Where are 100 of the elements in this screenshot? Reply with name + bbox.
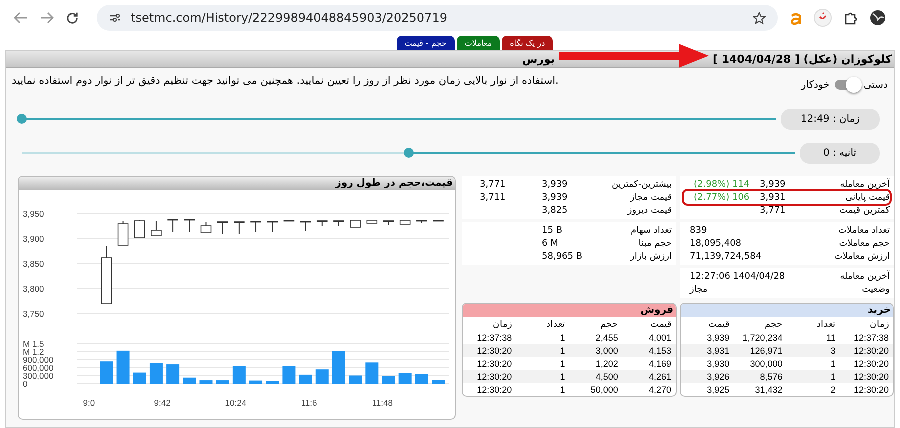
- field-value: 12:27:06 1404/04/28: [690, 272, 786, 282]
- field-value: 3,939: [760, 180, 787, 190]
- table-cell: 1: [516, 370, 570, 383]
- axis-label: 3,750: [23, 309, 44, 319]
- table-cell: 12:30:20: [463, 383, 516, 396]
- table-cell: 4,169: [622, 357, 676, 370]
- field-value: 71,139,724,584: [690, 252, 763, 262]
- tab[interactable]: در یک نگاه: [502, 36, 554, 50]
- column-header: تعداد: [816, 318, 837, 331]
- axis-label: 11:48: [372, 398, 393, 408]
- axis-label: 11:6: [301, 398, 318, 408]
- candlestick: [316, 220, 328, 227]
- slider-thumb[interactable]: [404, 148, 414, 158]
- candlestick: [200, 222, 212, 234]
- table-cell: 12:30:20: [840, 357, 893, 370]
- bookmark-star-icon[interactable]: [753, 12, 766, 24]
- table-cell: 300,000: [734, 357, 787, 370]
- volume-bar: [366, 362, 379, 384]
- volume-bar: [266, 381, 280, 384]
- field-value: 3,771: [480, 180, 507, 190]
- mode-switch[interactable]: [834, 80, 859, 90]
- volume-bar: [116, 350, 130, 384]
- field-value: 3,825: [542, 206, 569, 216]
- slider-value: ثانیه : 0: [800, 142, 880, 164]
- field-label: حجم مبنا: [638, 238, 672, 248]
- tab[interactable]: حجم - قیمت: [396, 36, 455, 50]
- site-settings-icon[interactable]: [109, 13, 121, 23]
- table-cell: 4,270: [622, 383, 676, 396]
- slider-thumb[interactable]: [17, 114, 27, 124]
- table-cell: 12:37:38: [840, 331, 893, 344]
- table-cell: 3,939: [680, 331, 734, 344]
- volume-bar: [200, 380, 213, 384]
- slider-value: زمان : 12:49: [780, 108, 880, 130]
- axis-label: 3,800: [23, 284, 44, 294]
- column-header: زمان: [492, 318, 514, 331]
- table-cell: 3,000: [569, 344, 622, 357]
- profile-avatar-icon[interactable]: [870, 10, 886, 26]
- url-text: tsetmc.com/History/22299894048845903/20250719: [131, 11, 448, 25]
- candlestick: [284, 220, 295, 222]
- candlestick: [267, 221, 278, 233]
- field-label: بیشترین-کمترین: [610, 180, 672, 190]
- field-value: 839: [690, 226, 708, 236]
- table-cell: 3,925: [680, 383, 734, 396]
- column-header: زمان: [869, 318, 890, 331]
- back-icon[interactable]: [14, 12, 28, 24]
- candlestick: [217, 222, 228, 234]
- address-bar[interactable]: tsetmc.com/History/22299894048845903/20250719: [97, 5, 778, 31]
- candlestick: [184, 219, 196, 233]
- table-cell: 11: [786, 331, 840, 344]
- field-value: 3,939: [542, 180, 569, 190]
- table-cell: 4,001: [622, 331, 676, 344]
- field-label: تعداد سهام: [630, 226, 672, 236]
- axis-label: 600,000: [23, 363, 54, 373]
- table-cell: 1: [516, 331, 570, 344]
- candlestick: [383, 220, 394, 226]
- column-header: تعداد: [545, 318, 566, 331]
- candlestick: [416, 220, 428, 224]
- field-value: 3,931: [760, 192, 787, 202]
- field-value: 3,771: [760, 206, 787, 216]
- field-label: آخرین معامله: [839, 272, 890, 282]
- candlestick: [433, 220, 444, 222]
- reload-icon[interactable]: [66, 12, 79, 24]
- table-cell: 12:30:20: [463, 344, 516, 357]
- candlestick: [400, 220, 411, 225]
- volume-bar: [216, 380, 230, 384]
- stock-title: کلوکوزان (عکل) [ 1404/04/28 ]: [713, 52, 892, 66]
- candlestick: [350, 220, 361, 228]
- column-header: حجم: [599, 318, 620, 331]
- extension-icon[interactable]: [814, 9, 832, 27]
- candlestick: [300, 221, 312, 232]
- volume-bar: [299, 374, 312, 384]
- field-label: قیمت دیروز: [626, 206, 672, 216]
- axis-label: 900,000: [23, 355, 54, 365]
- volume-bar: [133, 372, 146, 384]
- field-label: کمترین قیمت: [838, 206, 890, 216]
- table-cell: 3: [786, 344, 840, 357]
- axis-label: 9:42: [154, 398, 171, 408]
- field-value: 18,095,408: [690, 238, 743, 248]
- toggle-label: خودکار: [801, 80, 830, 90]
- volume-bar: [232, 366, 246, 384]
- field-label: قیمت پایانی: [844, 192, 890, 202]
- field-label: تعداد معاملات: [837, 226, 890, 236]
- table-cell: 1: [516, 357, 570, 370]
- axis-label: 3,950: [23, 209, 44, 219]
- puzzle-icon[interactable]: [844, 11, 858, 25]
- candlestick: [366, 220, 378, 224]
- candlestick: [151, 220, 162, 236]
- volume-bar: [250, 380, 263, 384]
- table-cell: 8,576: [734, 370, 787, 383]
- price-change: (2.98%) 114: [694, 180, 751, 190]
- forward-icon[interactable]: [40, 12, 54, 24]
- field-value: 58,965 B: [542, 252, 584, 262]
- table-cell: 3,931: [680, 344, 734, 357]
- tab[interactable]: معاملات: [456, 36, 500, 50]
- extension-icon[interactable]: [790, 11, 802, 25]
- volume-bar: [398, 373, 412, 384]
- table-cell: 12:30:20: [463, 357, 516, 370]
- chart-title: قیمت،حجم در طول روز: [19, 177, 455, 190]
- axis-label: 300,000: [23, 371, 54, 381]
- column-header: قیمت: [708, 318, 731, 331]
